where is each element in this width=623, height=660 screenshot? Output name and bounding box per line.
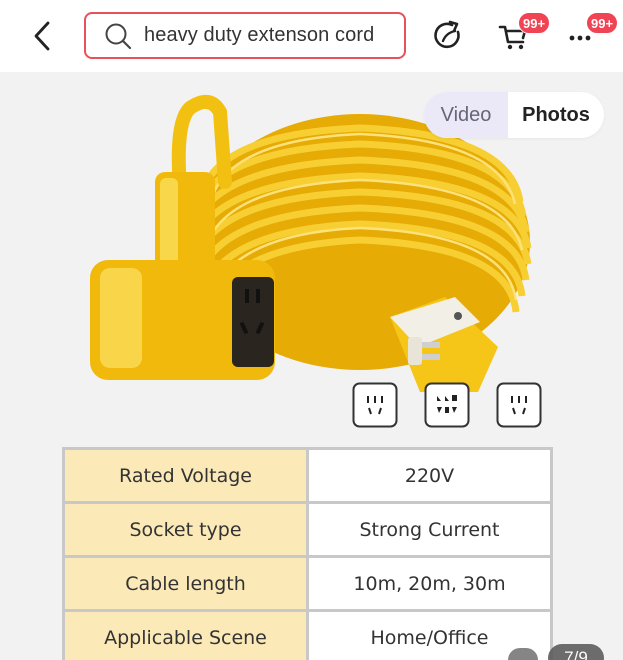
- share-button[interactable]: [430, 18, 466, 54]
- table-row: Cable length 10m, 20m, 30m: [62, 555, 553, 612]
- tab-photos[interactable]: Photos: [508, 92, 604, 138]
- chevron-left-icon: [34, 21, 50, 51]
- top-bar: heavy duty extenson cord 99+ 99+: [0, 0, 623, 72]
- tab-video[interactable]: Video: [424, 92, 508, 138]
- gallery-thumbnail-button[interactable]: [508, 648, 538, 660]
- spec-table: Rated Voltage 220V Socket type Strong Cu…: [62, 447, 553, 660]
- spec-label: Rated Voltage: [62, 447, 309, 504]
- spec-label: Socket type: [62, 501, 309, 558]
- socket-type-icons: [352, 382, 542, 428]
- back-button[interactable]: [26, 18, 58, 54]
- spec-label: Cable length: [62, 555, 309, 612]
- search-bar[interactable]: heavy duty extenson cord: [84, 12, 406, 59]
- four-pin-socket-icon: [424, 382, 470, 428]
- search-icon: [105, 23, 132, 49]
- search-query-text[interactable]: heavy duty extenson cord: [144, 24, 374, 47]
- cart-count-badge: 99+: [518, 12, 551, 34]
- media-type-toggle[interactable]: Video Photos: [424, 92, 604, 138]
- two-pin-socket-icon: [496, 382, 542, 428]
- table-row: Rated Voltage 220V: [62, 447, 553, 504]
- table-row: Socket type Strong Current: [62, 501, 553, 558]
- notification-badge: 99+: [586, 12, 619, 34]
- spec-value: 220V: [306, 447, 553, 504]
- spec-value: Strong Current: [306, 501, 553, 558]
- spec-value: 10m, 20m, 30m: [306, 555, 553, 612]
- share-icon: [434, 20, 460, 49]
- image-counter: 7/9: [548, 644, 604, 660]
- two-pin-socket-icon: [352, 382, 398, 428]
- product-image-gallery[interactable]: Video Photos Rated Voltage 220V Socket t…: [0, 72, 623, 660]
- table-row: Applicable Scene Home/Office: [62, 609, 553, 660]
- spec-label: Applicable Scene: [62, 609, 309, 660]
